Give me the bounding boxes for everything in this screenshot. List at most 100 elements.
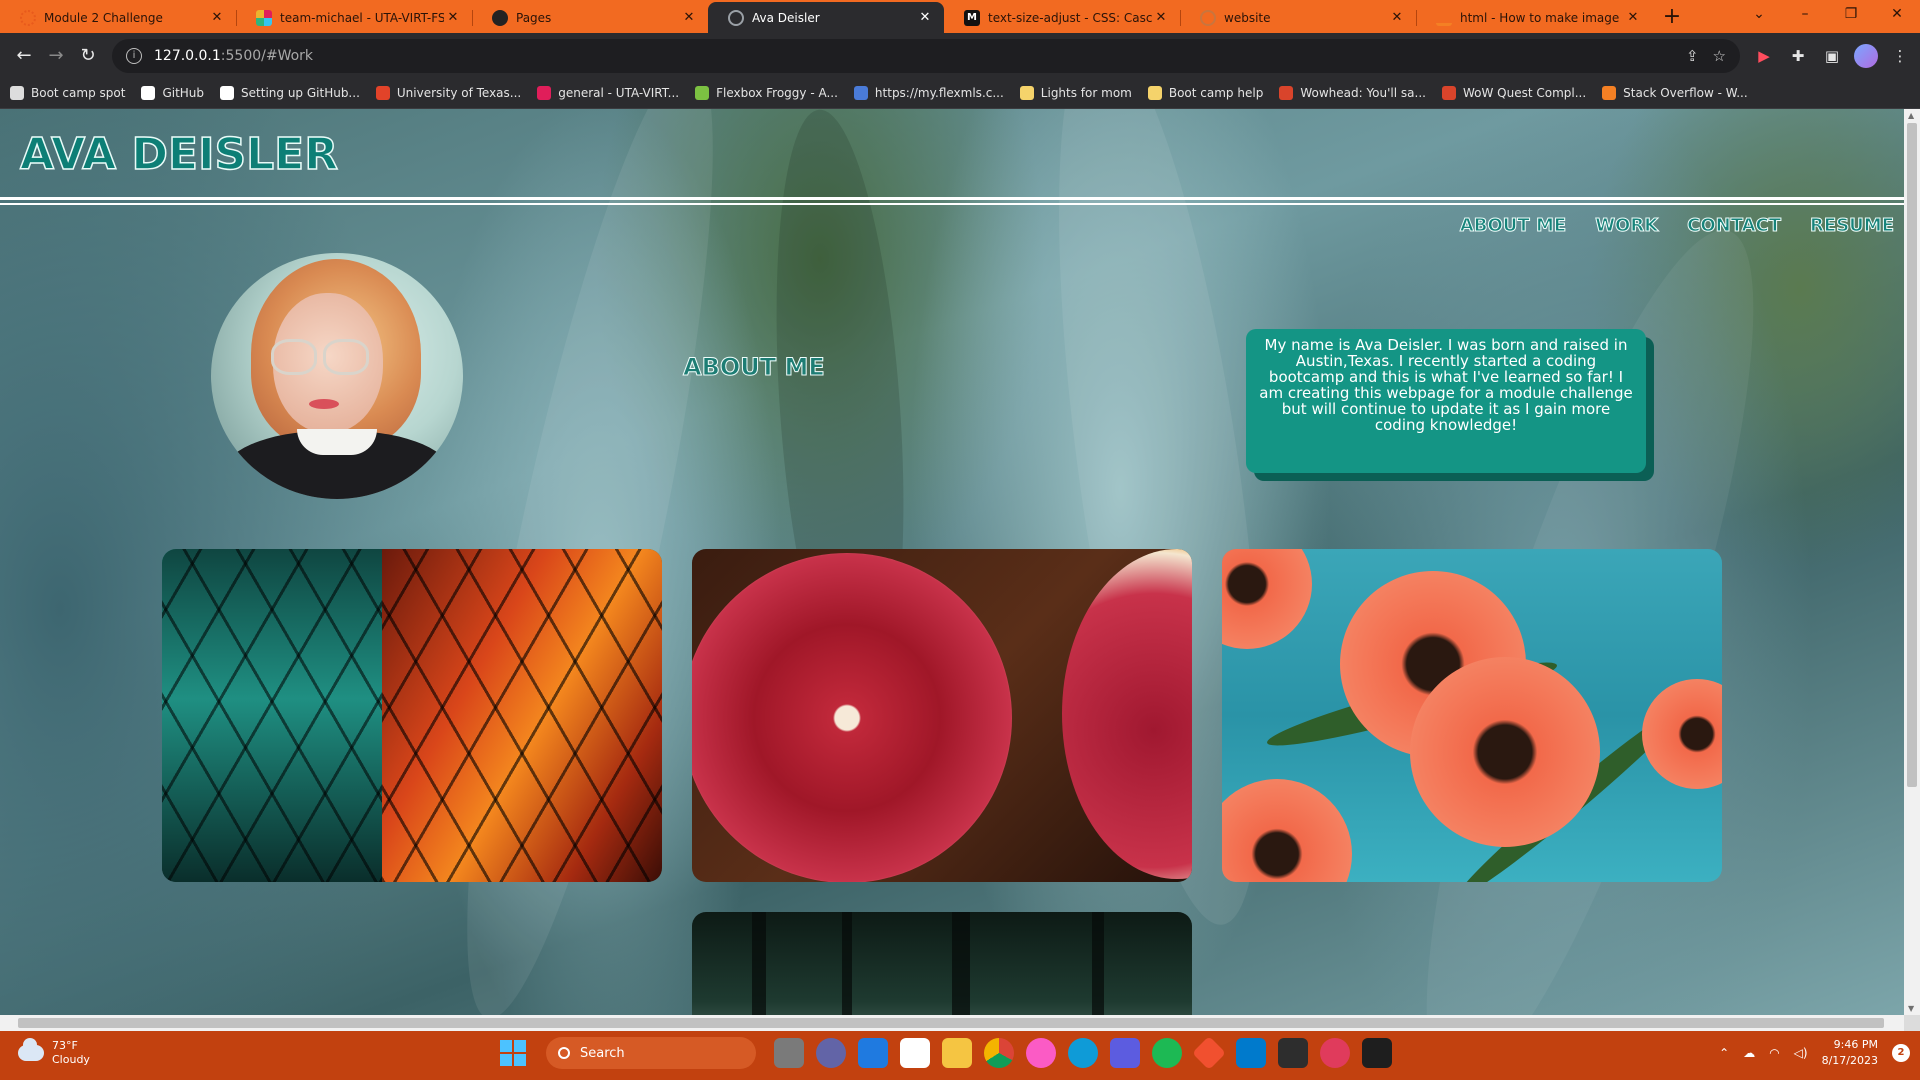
back-arrow-icon[interactable]: ← (8, 40, 40, 72)
tab-website[interactable]: website ✕ (1180, 2, 1416, 33)
tab-label: website (1224, 10, 1271, 25)
side-panel-icon[interactable]: ▣ (1820, 44, 1844, 68)
bookmark-item[interactable]: Setting up GitHub... (220, 86, 360, 100)
share-icon[interactable]: ⇪ (1686, 47, 1699, 65)
tab-label: Module 2 Challenge (44, 10, 163, 25)
menu-kebab-icon[interactable]: ⋮ (1888, 44, 1912, 68)
tab-close-icon[interactable]: ✕ (1152, 10, 1170, 25)
forest-tree-trunk (952, 912, 970, 1015)
terminal-icon[interactable] (1362, 1038, 1392, 1068)
search-icon (558, 1047, 570, 1059)
work-card-papaya[interactable] (1222, 549, 1722, 882)
scroll-up-icon[interactable]: ▲ (1908, 111, 1916, 120)
tab-stackoverflow[interactable]: html - How to make image into ✕ (1416, 2, 1652, 33)
bookmark-star-icon[interactable]: ☆ (1713, 47, 1726, 65)
bookmark-item[interactable]: https://my.flexmls.c... (853, 86, 1004, 100)
bookmark-item[interactable]: Lights for mom (1019, 86, 1132, 100)
tab-module-2-challenge[interactable]: Module 2 Challenge ✕ (0, 2, 236, 33)
bookmark-favicon-icon (853, 86, 868, 100)
taskbar-search[interactable]: Search (546, 1037, 756, 1069)
horizontal-scroll-thumb[interactable] (18, 1018, 1884, 1028)
forest-tree-trunk (842, 912, 852, 1015)
minimize-button[interactable]: – (1782, 0, 1828, 33)
bookmark-item[interactable]: Wowhead: You'll sa... (1279, 86, 1426, 100)
bookmark-item[interactable]: Boot camp help (1147, 86, 1263, 100)
tab-close-icon[interactable]: ✕ (1624, 10, 1642, 25)
vertical-scroll-thumb[interactable] (1907, 123, 1917, 787)
bookmark-favicon-icon (220, 86, 235, 100)
file-explorer-icon[interactable] (942, 1038, 972, 1068)
spotify-icon[interactable] (1152, 1038, 1182, 1068)
recorder-icon[interactable] (1320, 1038, 1350, 1068)
forest-tree-trunk (1092, 912, 1104, 1015)
bookmark-item[interactable]: Boot camp spot (10, 86, 125, 100)
edge-icon[interactable] (1068, 1038, 1098, 1068)
terminal-tool-icon[interactable] (1278, 1038, 1308, 1068)
clock-time: 9:46 PM (1833, 1038, 1878, 1051)
nav-about-me[interactable]: ABOUT ME (1459, 215, 1566, 237)
stackoverflow-icon (1436, 10, 1452, 26)
wifi-icon[interactable]: ◠ (1769, 1046, 1779, 1060)
profile-avatar-icon[interactable] (1854, 43, 1878, 68)
task-view-icon[interactable] (774, 1038, 804, 1068)
bookmark-item[interactable]: WoW Quest Compl... (1441, 86, 1587, 100)
bookmark-label: https://my.flexmls.c... (874, 86, 1004, 100)
work-card-forest[interactable] (692, 912, 1192, 1015)
forward-arrow-icon[interactable]: → (40, 40, 72, 72)
close-window-button[interactable]: ✕ (1874, 0, 1920, 33)
tab-close-icon[interactable]: ✕ (916, 10, 934, 25)
teams-icon[interactable] (816, 1038, 846, 1068)
store-icon[interactable] (900, 1038, 930, 1068)
tab-close-icon[interactable]: ✕ (680, 10, 698, 25)
tab-text-size-adjust[interactable]: M text-size-adjust - CSS: Cascading ✕ (944, 2, 1180, 33)
profile-photo (211, 253, 463, 499)
horizontal-scrollbar[interactable] (0, 1015, 1904, 1031)
clock[interactable]: 9:46 PM 8/17/2023 (1822, 1037, 1878, 1069)
bookmark-label: Flexbox Froggy - A... (716, 86, 838, 100)
nav-contact[interactable]: CONTACT (1687, 215, 1782, 237)
bookmark-item[interactable]: GitHub (141, 86, 204, 100)
tab-close-icon[interactable]: ✕ (1388, 10, 1406, 25)
tab-close-icon[interactable]: ✕ (444, 10, 462, 25)
vertical-scrollbar[interactable]: ▲ ▼ (1904, 109, 1920, 1015)
nav-work[interactable]: WORK (1595, 215, 1659, 237)
chrome-icon[interactable] (984, 1038, 1014, 1068)
bookmark-item[interactable]: Stack Overflow - W... (1602, 86, 1748, 100)
tab-close-icon[interactable]: ✕ (208, 10, 226, 25)
site-info-icon[interactable]: i (126, 47, 142, 64)
nav-resume[interactable]: RESUME (1810, 215, 1895, 237)
volume-icon[interactable]: ◁) (1794, 1046, 1808, 1060)
vscode-icon[interactable] (1236, 1038, 1266, 1068)
bookmark-item[interactable]: University of Texas... (375, 86, 521, 100)
photo-lips (309, 399, 339, 409)
scroll-down-icon[interactable]: ▼ (1908, 1004, 1916, 1013)
restore-button[interactable]: ❐ (1828, 0, 1874, 33)
show-hidden-icons-chevron-icon[interactable]: ⌃ (1719, 1046, 1729, 1060)
notification-badge[interactable]: 2 (1892, 1044, 1910, 1062)
bookmark-item[interactable]: Flexbox Froggy - A... (695, 86, 838, 100)
tab-search-chevron-icon[interactable]: ⌄ (1736, 0, 1782, 33)
extension-red-icon[interactable]: ▶ (1752, 44, 1776, 68)
address-bar[interactable]: i 127.0.0.1:5500/#Work ⇪ ☆ (112, 38, 1740, 73)
onedrive-cloud-icon[interactable]: ☁ (1743, 1046, 1755, 1060)
windows-start-icon[interactable] (500, 1040, 526, 1066)
tab-pages[interactable]: Pages ✕ (472, 2, 708, 33)
new-tab-button[interactable]: + (1652, 2, 1692, 33)
tab-team-michael[interactable]: team-michael - UTA-VIRT-FSF-P ✕ (236, 2, 472, 33)
extensions-puzzle-icon[interactable]: ✚ (1786, 44, 1810, 68)
taskbar-apps: Search (500, 1036, 1392, 1070)
bookmark-item[interactable]: general - UTA-VIRT... (537, 86, 679, 100)
bookmark-label: WoW Quest Compl... (1462, 86, 1587, 100)
weather-widget[interactable]: 73°F Cloudy (18, 1038, 90, 1067)
work-card-stained-glass[interactable] (162, 549, 662, 882)
mail-icon[interactable] (858, 1038, 888, 1068)
git-icon[interactable] (1192, 1036, 1226, 1070)
about-me-card: My name is Ava Deisler. I was born and r… (1246, 329, 1646, 473)
tab-favicon-icon (20, 9, 36, 26)
reload-icon[interactable]: ↻ (72, 40, 104, 72)
itunes-icon[interactable] (1026, 1038, 1056, 1068)
power-automate-icon[interactable] (1110, 1038, 1140, 1068)
work-card-grapefruit[interactable] (692, 549, 1192, 882)
tab-label: text-size-adjust - CSS: Cascading (988, 10, 1152, 25)
tab-ava-deisler[interactable]: Ava Deisler ✕ (708, 2, 944, 33)
